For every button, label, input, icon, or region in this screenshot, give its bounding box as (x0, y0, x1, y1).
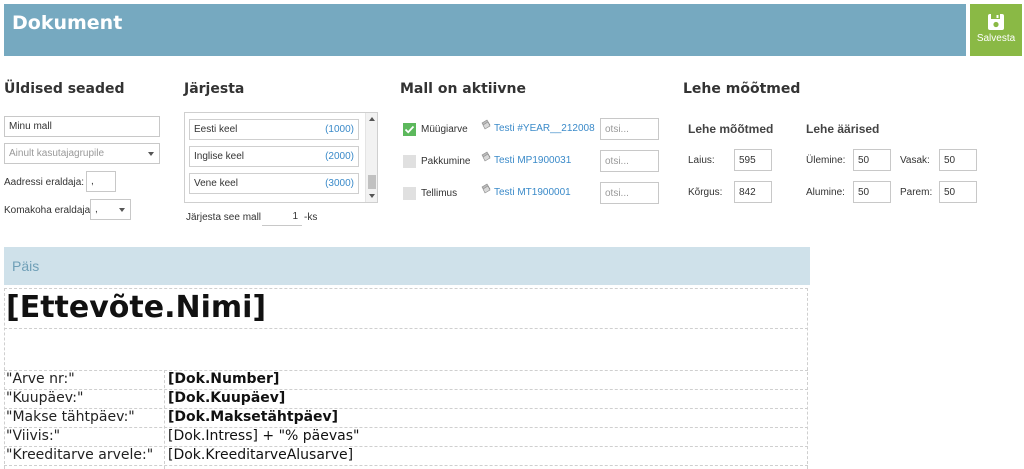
width-input[interactable]: 595 (734, 149, 772, 171)
template-gridline (4, 427, 808, 428)
template-gridline (4, 370, 808, 371)
margin-left-label: Vasak: (900, 155, 930, 166)
active-link-tellimus[interactable]: Testi MT1900001 (494, 187, 571, 198)
header-section-bar[interactable]: Päis (4, 247, 810, 285)
width-label: Laius: (688, 155, 715, 166)
language-name: Eesti keel (194, 124, 238, 135)
usergroup-select-placeholder: Ainult kasutajagrupile (9, 148, 105, 159)
search-input-muugiarve[interactable]: otsi... (600, 118, 659, 140)
scroll-down-arrow-icon[interactable] (369, 194, 375, 198)
margin-right-label: Parem: (900, 187, 933, 198)
page-title: Dokument (12, 12, 123, 34)
margin-right-input[interactable]: 50 (939, 181, 977, 203)
active-label-muugiarve: Müügiarve (421, 124, 468, 135)
document-icon (481, 119, 491, 130)
order-title: Järjesta (184, 81, 245, 97)
header-template-area[interactable]: [Ettevõte.Nimi] "Arve nr:" [Dok.Number] … (4, 288, 808, 469)
due-date-label[interactable]: "Makse tähtpäev:" (6, 409, 135, 425)
language-list: Eesti keel (1000) Inglise keel (2000) Ve… (184, 112, 378, 203)
date-value[interactable]: [Dok.Kuupäev] (168, 390, 285, 406)
checkbox-pakkumine[interactable] (403, 155, 416, 168)
document-icon (481, 151, 491, 162)
general-settings-title: Üldised seaded (4, 81, 125, 97)
scroll-thumb[interactable] (368, 175, 376, 189)
due-date-value[interactable]: [Dok.Maksetähtpäev] (168, 409, 338, 425)
template-active-title: Mall on aktiivne (400, 81, 526, 97)
document-icon (481, 183, 491, 194)
interest-label[interactable]: "Viivis:" (6, 428, 60, 444)
active-label-pakkumine: Pakkumine (421, 156, 471, 167)
scroll-up-arrow-icon[interactable] (369, 117, 375, 121)
date-label[interactable]: "Kuupäev:" (6, 390, 83, 406)
order-prefix-label: Järjesta see mall (186, 212, 262, 223)
checkbox-muugiarve[interactable] (403, 123, 416, 136)
margin-top-label: Ülemine: (806, 155, 846, 166)
credit-invoice-label[interactable]: "Kreeditarve arvele:" (6, 447, 153, 463)
language-item-vene[interactable]: Vene keel (3000) (189, 173, 359, 194)
template-gridline (4, 288, 808, 289)
template-gridline (4, 328, 808, 329)
floppy-disk-icon (988, 14, 1004, 30)
save-button-label: Salvesta (976, 33, 1016, 44)
active-link-muugiarve[interactable]: Testi #YEAR__212008 (494, 123, 595, 134)
margin-top-input[interactable]: 50 (853, 149, 891, 171)
template-gridline (807, 288, 808, 469)
page-dimensions-subtitle: Lehe mõõtmed (688, 122, 774, 136)
header-section-title: Päis (12, 258, 40, 274)
invoice-number-value[interactable]: [Dok.Number] (168, 371, 279, 387)
language-code: (2000) (325, 151, 354, 162)
chevron-down-icon (148, 151, 154, 156)
invoice-number-label[interactable]: "Arve nr:" (6, 371, 75, 387)
usergroup-select[interactable]: Ainult kasutajagrupile (4, 143, 160, 164)
language-code: (3000) (325, 178, 354, 189)
margin-left-input[interactable]: 50 (939, 149, 977, 171)
template-gridline (4, 465, 808, 466)
page-margins-title: Lehe äärised (806, 122, 880, 136)
height-label: Kõrgus: (688, 187, 723, 198)
top-header-bar: Dokument (4, 4, 966, 56)
checkbox-tellimus[interactable] (403, 187, 416, 200)
template-name-input[interactable]: Minu mall (4, 116, 160, 137)
page-dimensions-title: Lehe mõõtmed (683, 81, 801, 97)
language-item-eesti[interactable]: Eesti keel (1000) (189, 119, 359, 140)
language-name: Inglise keel (194, 151, 245, 162)
margin-bottom-label: Alumine: (806, 187, 845, 198)
save-button[interactable]: Salvesta (970, 4, 1022, 56)
order-suffix-label: -ks (304, 212, 318, 223)
company-name-field[interactable]: [Ettevõte.Nimi] (6, 290, 266, 325)
active-label-tellimus: Tellimus (421, 188, 458, 199)
template-gridline (164, 370, 165, 469)
interest-value[interactable]: [Dok.Intress] + "% päevas" (168, 428, 359, 444)
language-item-inglise[interactable]: Inglise keel (2000) (189, 146, 359, 167)
decimal-separator-value: , (95, 204, 98, 215)
decimal-separator-select[interactable]: , (90, 199, 131, 220)
chevron-down-icon (119, 207, 125, 212)
order-number-input[interactable]: 1 (262, 207, 302, 226)
language-list-scrollbar[interactable] (365, 113, 377, 202)
address-separator-label: Aadressi eraldaja: (4, 177, 85, 188)
template-gridline (4, 288, 5, 469)
height-input[interactable]: 842 (734, 181, 772, 203)
language-name: Vene keel (194, 178, 238, 189)
credit-invoice-value[interactable]: [Dok.KreeditarveAlusarve] (168, 447, 353, 463)
decimal-separator-label: Komakoha eraldaja: (4, 205, 93, 216)
template-gridline (4, 389, 808, 390)
language-code: (1000) (325, 124, 354, 135)
search-input-pakkumine[interactable]: otsi... (600, 150, 659, 172)
margin-bottom-input[interactable]: 50 (853, 181, 891, 203)
checkmark-icon (404, 125, 415, 134)
active-link-pakkumine[interactable]: Testi MP1900031 (494, 155, 571, 166)
search-input-tellimus[interactable]: otsi... (600, 182, 659, 204)
address-separator-input[interactable]: , (86, 171, 116, 192)
